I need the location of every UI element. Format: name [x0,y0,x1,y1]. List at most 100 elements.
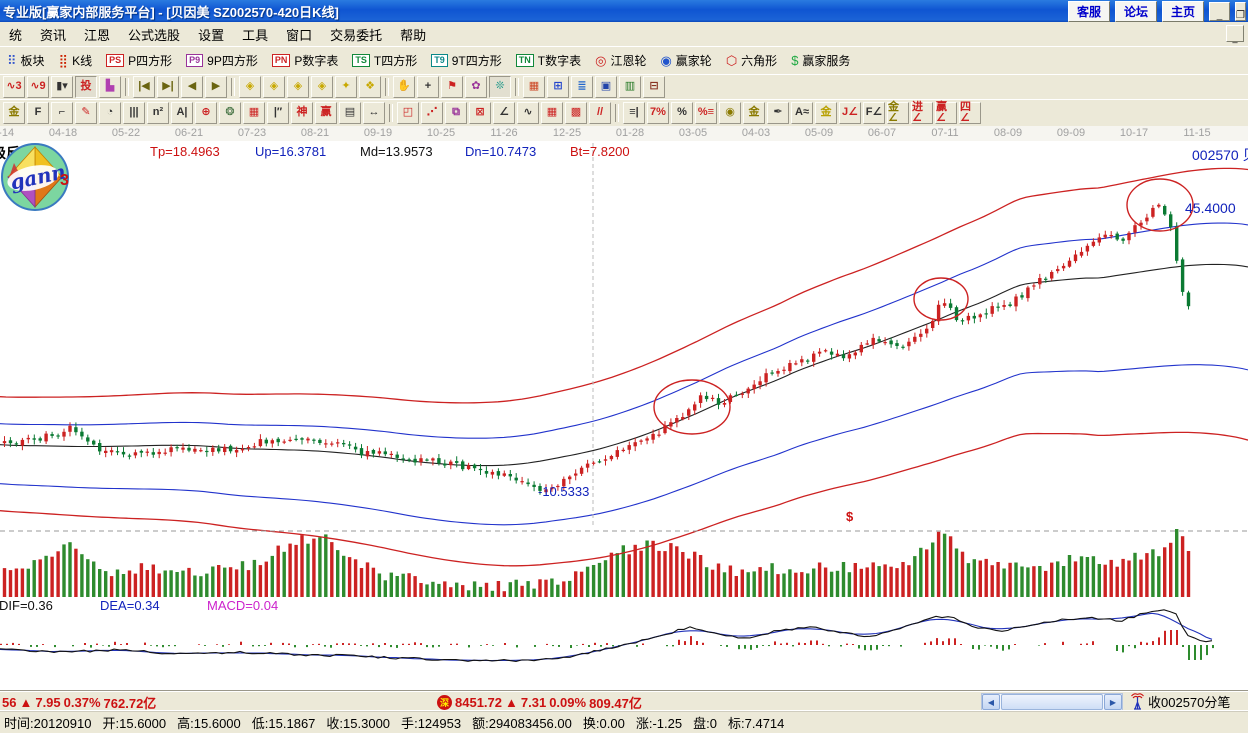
n-square-icon[interactable]: n² [147,102,169,124]
t-number-tool[interactable]: TN T数字表 [509,50,588,71]
menu-item[interactable]: 统 [0,22,31,47]
menu-item[interactable]: 资讯 [31,22,75,47]
9p-square-tool[interactable]: P9 9P四方形 [179,50,265,71]
diamond-tool-4-icon[interactable]: ◈ [311,76,333,98]
percent-lines-icon[interactable]: %≡ [695,102,717,124]
homepage-button[interactable]: 主页 [1162,1,1204,22]
clock-circle-icon[interactable]: ◔ [99,102,121,124]
last-page-icon[interactable]: ▶| [157,76,179,98]
wave-icon[interactable]: ∿ [517,102,539,124]
color-histogram-icon[interactable]: ▙ [99,76,121,98]
star-circle-icon[interactable]: ❂ [219,102,241,124]
fan-box-icon[interactable]: ⧉ [445,102,467,124]
fan-box2-icon[interactable]: ⊠ [469,102,491,124]
pen-icon[interactable]: ✎ [75,102,97,124]
ruler-icon[interactable]: ▤ [339,102,361,124]
kline-chart[interactable]: 极反通道 Tp=18.4963 Up=16.3781 Md=13.9573 Dn… [0,141,1248,690]
jin-angle-icon[interactable]: 进∠ [911,102,933,124]
brain-icon[interactable]: ❊ [489,76,511,98]
vlines-icon[interactable]: ||| [123,102,145,124]
percent-icon[interactable]: % [671,102,693,124]
gold-icon[interactable]: 金 [3,102,25,124]
diamond-tool-3-icon[interactable]: ◈ [287,76,309,98]
f-angle-icon[interactable]: F∠ [863,102,885,124]
menu-item[interactable]: 江恩 [75,22,119,47]
minimize-button[interactable]: _ [1209,2,1230,21]
angle-icon[interactable]: ∠ [493,102,515,124]
diamond-tool-5-icon[interactable]: ✦ [335,76,357,98]
tick-feed-status[interactable]: 收002570分笔 [1130,692,1230,711]
save-icon[interactable]: ▣ [595,76,617,98]
menu-item[interactable]: 帮助 [391,22,435,47]
chart-canvas[interactable] [0,141,1248,690]
order-book-icon[interactable]: ≡| [623,102,645,124]
menu-item[interactable]: 公式选股 [119,22,189,47]
horizontal-scrollbar[interactable]: ◀ ▶ [981,693,1123,711]
menu-item[interactable]: 工具 [233,22,277,47]
cart-icon[interactable]: ⊟ [643,76,665,98]
forum-button[interactable]: 论坛 [1115,1,1157,22]
hexagon-tool[interactable]: ⬡ 六角形 [719,50,784,71]
first-page-icon[interactable]: |◀ [133,76,155,98]
hatch-icon[interactable]: // [589,102,611,124]
f-tool-icon[interactable]: F [27,102,49,124]
kline-tool[interactable]: ⣿ K线 [52,50,100,71]
zigzag9-icon[interactable]: ∿9 [27,76,49,98]
zigzag3-icon[interactable]: ∿3 [3,76,25,98]
menu-item[interactable]: 设置 [189,22,233,47]
ying-icon[interactable]: 赢 [315,102,337,124]
si-angle-icon[interactable]: 四∠ [959,102,981,124]
winner-service[interactable]: $ 赢家服务 [784,50,857,71]
menu-item[interactable]: 交易委托 [321,22,391,47]
winner-wheel-tool[interactable]: ◉ 赢家轮 [653,50,718,71]
a-line-icon[interactable]: A| [171,102,193,124]
p-number-tool[interactable]: PN P数字表 [265,50,346,71]
grid-box-icon[interactable]: ▦ [243,102,265,124]
gold-lines-icon[interactable]: 金 [743,102,765,124]
scroll-right-button[interactable]: ▶ [1104,694,1122,710]
blocks-tool[interactable]: ⠿ 板块 [0,50,52,71]
box-tool-icon[interactable]: ◰ [397,102,419,124]
j-angle-icon[interactable]: J∠ [839,102,861,124]
prev-page-icon[interactable]: ◀ [181,76,203,98]
diamond-tool-6-icon[interactable]: ❖ [359,76,381,98]
tick-mark-icon[interactable]: |″ [267,102,289,124]
gold-angle-icon[interactable]: 金∠ [887,102,909,124]
gold2-icon[interactable]: 金 [815,102,837,124]
next-page-icon[interactable]: ▶ [205,76,227,98]
child-minimize-button[interactable]: _ [1226,25,1244,42]
compass-icon[interactable]: ⊕ [195,102,217,124]
width-icon[interactable]: ↔ [363,102,385,124]
crosshair-icon[interactable]: + [417,76,439,98]
candle-style-icon[interactable]: ▮▾ [51,76,73,98]
menu-item[interactable]: 窗口 [277,22,321,47]
gift-icon[interactable]: ✿ [465,76,487,98]
a-wave-icon[interactable]: A≈ [791,102,813,124]
t-square-tool[interactable]: TS T四方形 [345,50,424,71]
flag-tool-icon[interactable]: ⚑ [441,76,463,98]
diamond-tool-2-icon[interactable]: ◈ [263,76,285,98]
grid-fine-icon[interactable]: ▦ [541,102,563,124]
scroll-left-button[interactable]: ◀ [982,694,1000,710]
diamond-tool-1-icon[interactable]: ◈ [239,76,261,98]
scroll-thumb[interactable] [1001,694,1103,710]
percent7-icon[interactable]: 7% [647,102,669,124]
gold-circle-icon[interactable]: ◉ [719,102,741,124]
pattern-pick-icon[interactable]: 投 [75,76,97,98]
remote-pc-icon[interactable]: ▥ [619,76,641,98]
calculator-icon[interactable]: ⊞ [547,76,569,98]
p-square-tool[interactable]: PS P四方形 [99,50,179,71]
hand-tool-icon[interactable]: ✋ [393,76,415,98]
9t-square-tool[interactable]: T9 9T四方形 [424,50,509,71]
maximize-button[interactable]: ❐ [1235,2,1246,21]
shen-icon[interactable]: 神 [291,102,313,124]
gann-wheel-tool[interactable]: ◎ 江恩轮 [588,50,653,71]
fan-icon[interactable]: ⋰ [421,102,443,124]
grid-fine2-icon[interactable]: ▩ [565,102,587,124]
ying-angle-icon[interactable]: 赢∠ [935,102,957,124]
hook-tool-icon[interactable]: ⌐ [51,102,73,124]
ink-pen-icon[interactable]: ✒ [767,102,789,124]
notes-icon[interactable]: ≣ [571,76,593,98]
calendar-icon[interactable]: ▦ [523,76,545,98]
customer-service-button[interactable]: 客服 [1068,1,1110,22]
